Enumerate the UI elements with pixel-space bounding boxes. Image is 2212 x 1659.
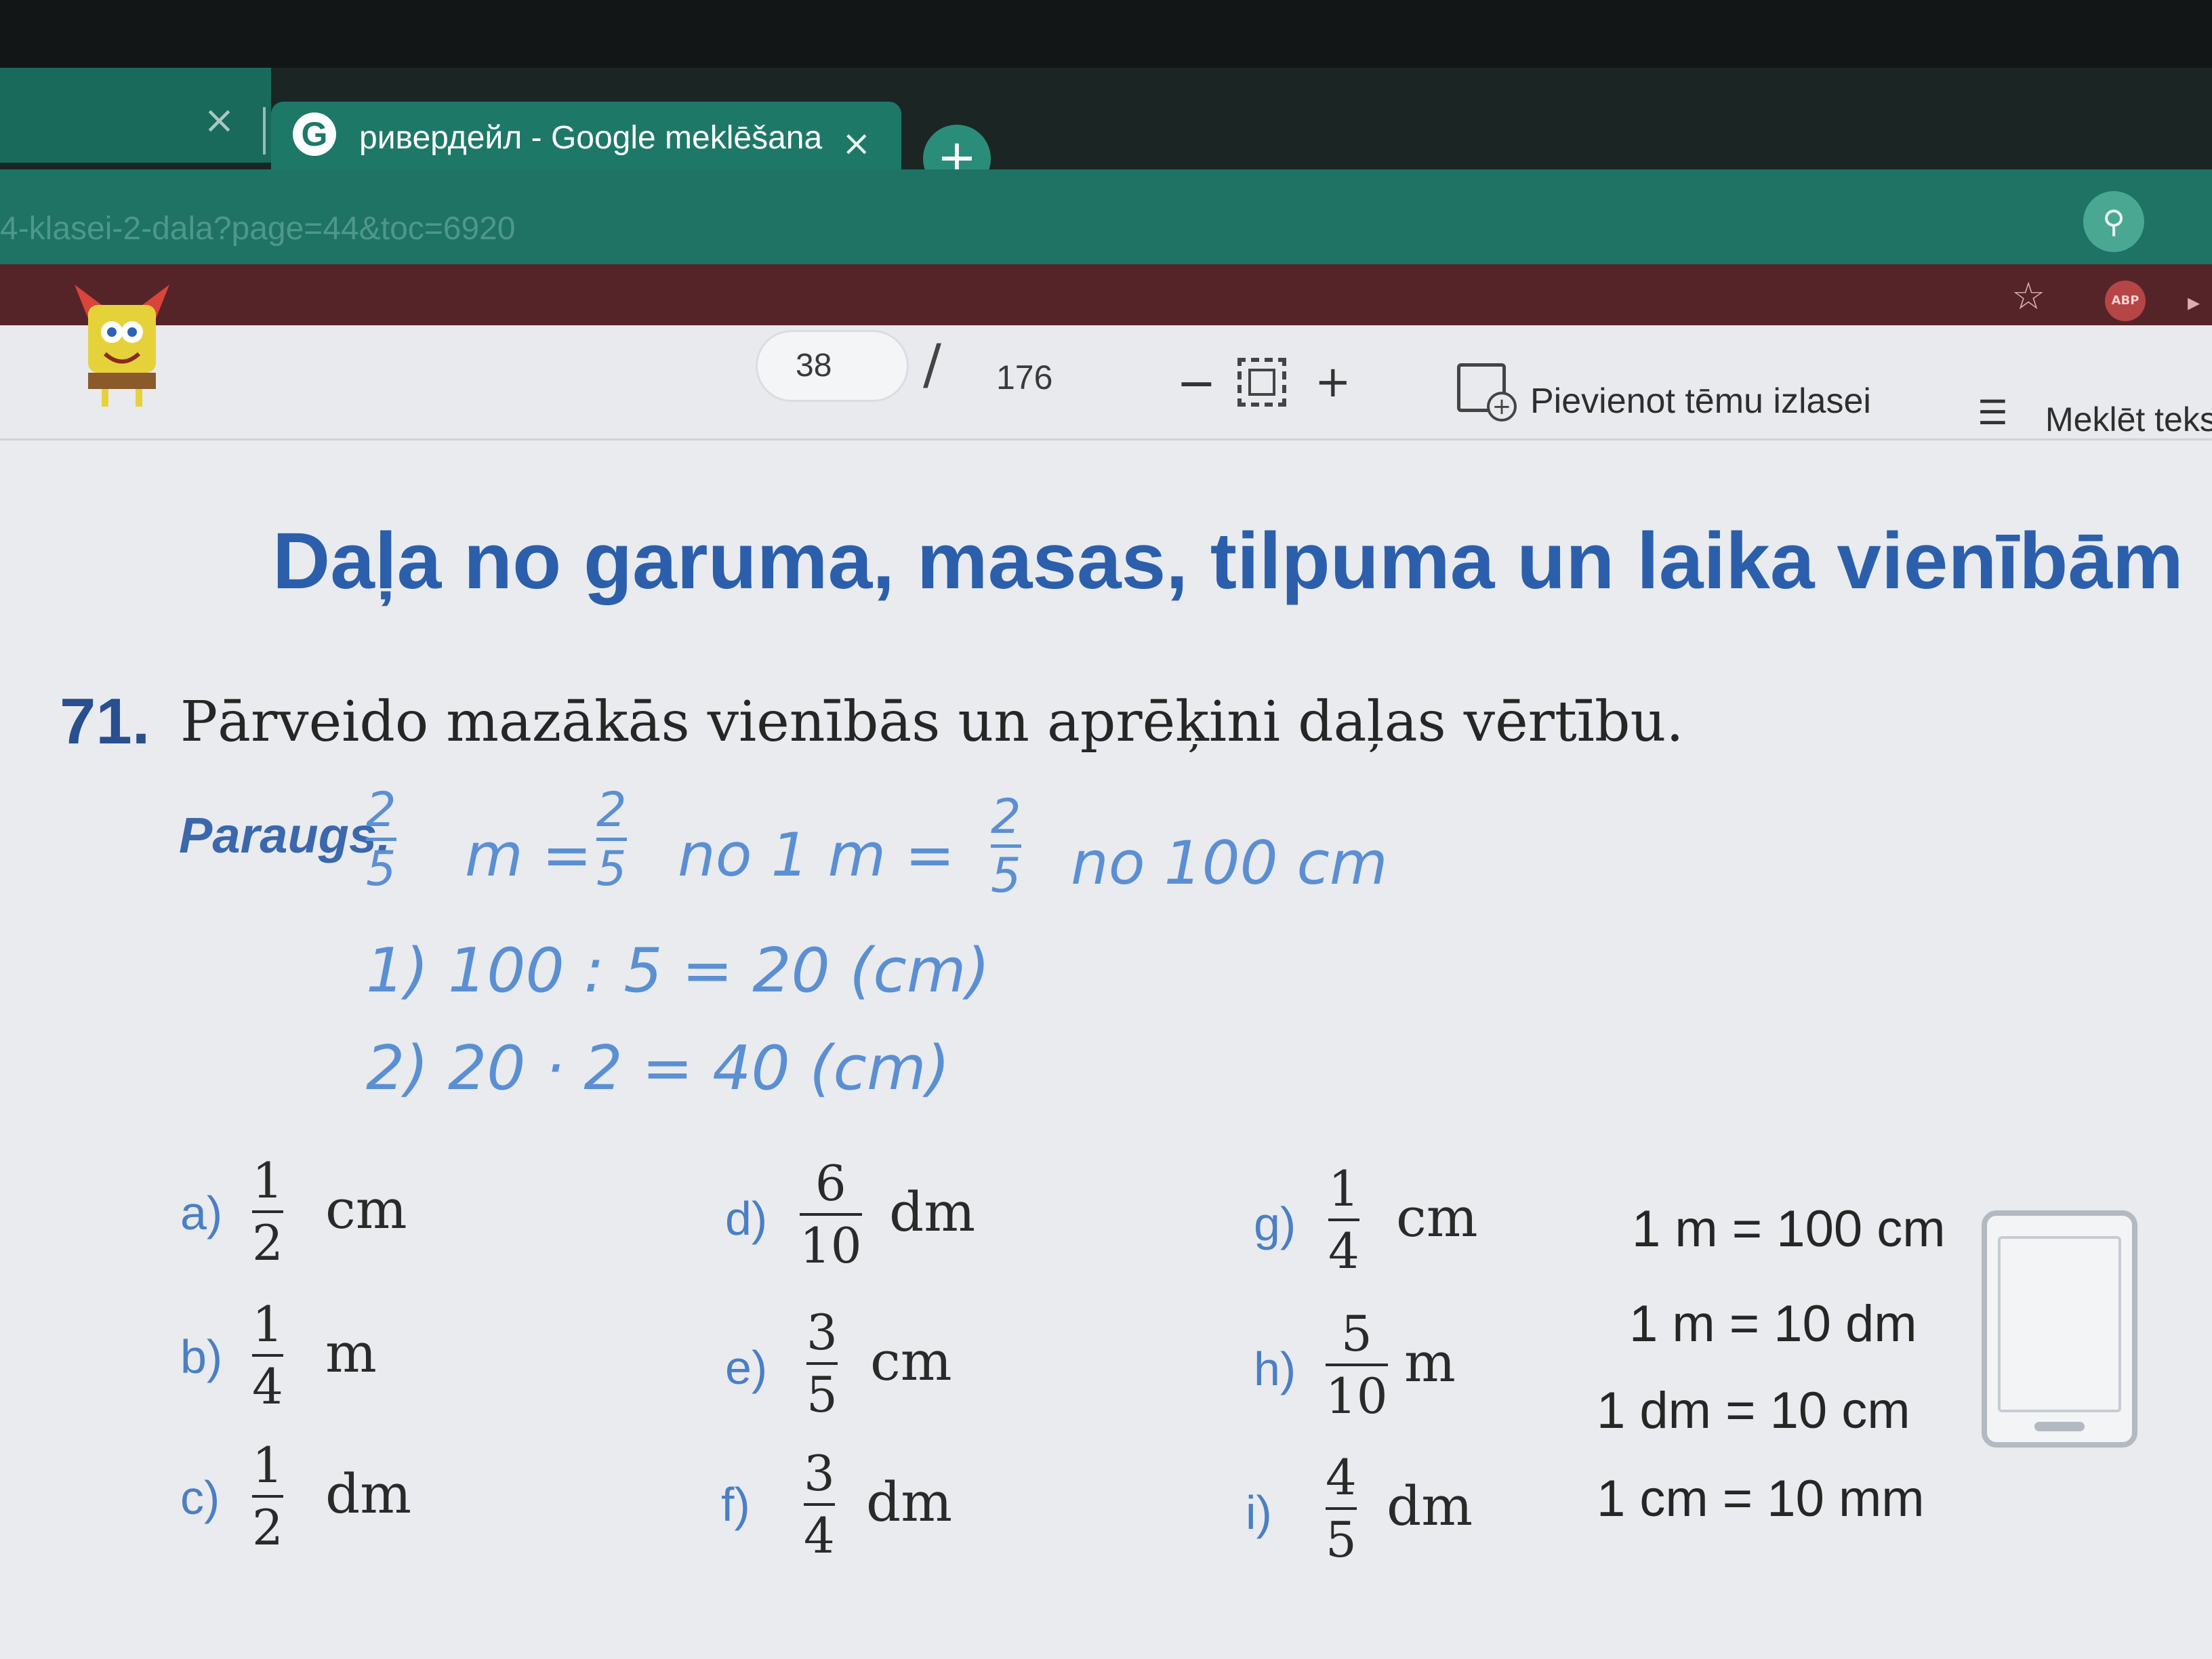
close-tab-icon[interactable]: × xyxy=(203,102,235,140)
item-letter: b) xyxy=(180,1330,223,1383)
item-fraction: 6 10 xyxy=(800,1155,862,1274)
conversion-rule: 1 m = 10 dm xyxy=(1629,1295,1917,1353)
item-fraction: 35 xyxy=(806,1304,838,1423)
add-plus-icon: + xyxy=(1487,392,1517,422)
more-extensions-icon[interactable]: ▸ xyxy=(2188,289,2200,316)
exercise-instruction: Pārveido mazākās vienībās un aprēķini da… xyxy=(180,690,1684,754)
viewer-toolbar xyxy=(0,325,2212,441)
close-tab-icon[interactable]: × xyxy=(842,126,872,161)
item-fraction: 12 xyxy=(252,1152,283,1271)
example-text: no 100 cm xyxy=(1071,828,1388,898)
item-fraction: 34 xyxy=(804,1445,835,1564)
page-separator: / xyxy=(923,333,941,396)
tablet-icon[interactable] xyxy=(1982,1210,2137,1448)
page-number-input[interactable]: 38 xyxy=(758,332,907,400)
item-letter: c) xyxy=(180,1471,220,1524)
item-letter: a) xyxy=(180,1187,223,1240)
search-text-icon[interactable]: ☰ xyxy=(1978,393,2008,432)
item-unit: cm xyxy=(870,1330,952,1393)
item-letter: i) xyxy=(1246,1486,1272,1539)
example-text: m = xyxy=(465,820,592,890)
bookmark-star-icon[interactable]: ☆ xyxy=(2011,274,2045,319)
browser-titlebar xyxy=(0,0,2212,75)
example-fraction: 25 xyxy=(596,782,627,897)
page-title: Daļa no garuma, masas, tilpuma un laika … xyxy=(272,516,2184,606)
item-letter: h) xyxy=(1254,1343,1296,1395)
item-letter: g) xyxy=(1254,1197,1296,1250)
item-letter: d) xyxy=(725,1192,768,1245)
search-text-button[interactable]: Meklēt teks xyxy=(2045,400,2212,439)
conversion-rule: 1 m = 100 cm xyxy=(1632,1200,1946,1258)
item-unit: dm xyxy=(1387,1475,1473,1538)
item-fraction: 45 xyxy=(1326,1449,1357,1568)
example-fraction: 25 xyxy=(991,789,1021,903)
item-unit: dm xyxy=(866,1471,953,1534)
mascot-icon xyxy=(75,285,169,407)
example-step: 1) 100 : 5 = 20 (cm) xyxy=(366,935,990,1006)
exercise-number: 71. xyxy=(60,685,150,758)
item-unit: m xyxy=(325,1322,377,1385)
item-fraction: 14 xyxy=(252,1296,283,1415)
fit-page-icon[interactable] xyxy=(1237,358,1286,407)
item-fraction: 14 xyxy=(1328,1160,1359,1279)
adblock-icon[interactable]: ABP xyxy=(2105,281,2146,321)
item-unit: cm xyxy=(1396,1186,1478,1249)
example-label: Paraugs. xyxy=(179,807,391,863)
zoom-out-button[interactable]: − xyxy=(1176,359,1216,407)
item-unit: cm xyxy=(325,1178,407,1241)
example-fraction: 25 xyxy=(366,782,396,897)
google-icon: G xyxy=(293,112,336,156)
item-letter: e) xyxy=(725,1341,768,1394)
item-fraction: 12 xyxy=(252,1437,283,1556)
add-topic-button[interactable]: Pievienot tēmu izlasei xyxy=(1530,381,1871,422)
zoom-in-button[interactable]: + xyxy=(1315,361,1351,404)
item-unit: dm xyxy=(889,1181,976,1244)
item-unit: dm xyxy=(325,1462,412,1525)
example-text: no 1 m = xyxy=(678,820,955,890)
conversion-rule: 1 dm = 10 cm xyxy=(1597,1382,1910,1439)
tab-title[interactable]: ривердейл - Google meklēšana xyxy=(359,119,822,157)
address-url[interactable]: 4-klasei-2-dala?page=44&toc=6920 xyxy=(0,210,516,247)
page-total: 176 xyxy=(996,359,1053,396)
example-step: 2) 20 · 2 = 40 (cm) xyxy=(366,1033,950,1104)
item-fraction: 5 10 xyxy=(1326,1305,1388,1425)
conversion-rule: 1 cm = 10 mm xyxy=(1597,1470,1925,1528)
location-icon[interactable]: ⚲ xyxy=(2083,191,2144,252)
tab-separator xyxy=(263,107,266,155)
item-unit: m xyxy=(1404,1331,1456,1394)
item-letter: f) xyxy=(721,1478,750,1531)
